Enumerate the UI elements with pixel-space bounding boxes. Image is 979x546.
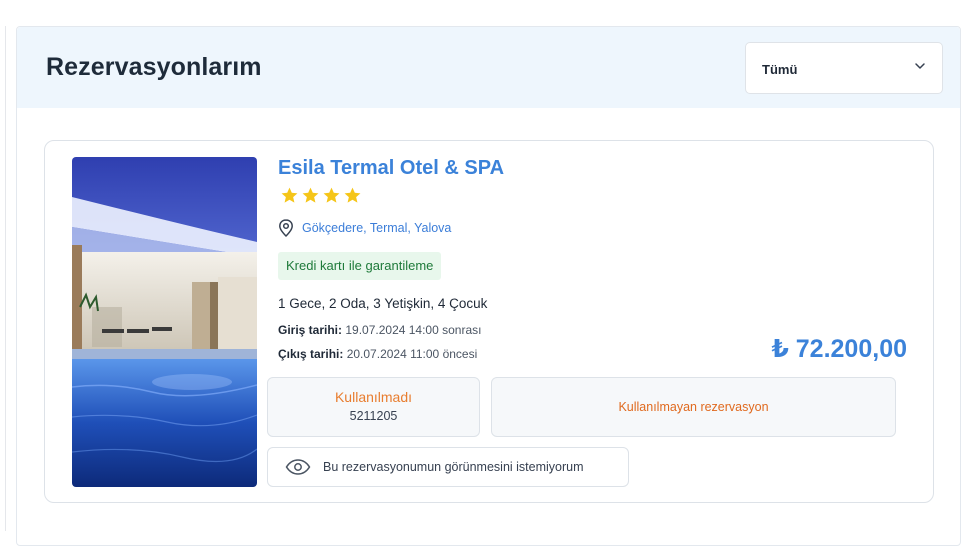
- location-text: Gökçedere, Termal, Yalova: [302, 221, 452, 235]
- hotel-name-link[interactable]: Esila Termal Otel & SPA: [278, 157, 504, 180]
- star-icon: [302, 187, 319, 203]
- checkout-label: Çıkış tarihi:: [278, 347, 344, 361]
- reservation-card: Esila Termal Otel & SPA Gökçedere, Terma…: [44, 140, 934, 503]
- star-icon: [344, 187, 361, 203]
- checkin-info: Giriş tarihi: 19.07.2024 14:00 sonrası: [278, 323, 481, 337]
- guarantee-badge: Kredi kartı ile garantileme: [278, 252, 442, 280]
- checkin-label: Giriş tarihi:: [278, 323, 343, 337]
- occupancy-summary: 1 Gece, 2 Oda, 3 Yetişkin, 4 Çocuk: [278, 296, 488, 311]
- page-title: Rezervasyonlarım: [46, 53, 262, 81]
- hotel-photo[interactable]: [72, 157, 257, 487]
- reservation-status-box: Kullanılmadı 5211205: [267, 377, 480, 437]
- filter-selected-value: Tümü: [762, 62, 798, 77]
- status-label: Kullanılmadı: [334, 389, 413, 405]
- map-pin-icon: [279, 219, 293, 237]
- hotel-location: Gökçedere, Termal, Yalova: [278, 219, 451, 237]
- status-info-box: Kullanılmayan rezervasyon: [491, 377, 896, 437]
- eye-icon: [285, 459, 311, 475]
- panel-header: Rezervasyonlarım Tümü: [17, 27, 960, 108]
- star-rating: [280, 186, 362, 205]
- checkin-value: 19.07.2024 14:00 sonrası: [345, 323, 482, 337]
- star-icon: [323, 187, 340, 203]
- sidebar-edge: [0, 26, 6, 531]
- reservation-number: 5211205: [349, 409, 398, 423]
- filter-select[interactable]: Tümü: [745, 42, 943, 94]
- total-price: ₺ 72.200,00: [771, 335, 907, 363]
- checkout-value: 20.07.2024 11:00 öncesi: [346, 347, 478, 361]
- hide-reservation-label: Bu rezervasyonumun görünmesini istemiyor…: [323, 460, 584, 474]
- chevron-down-icon: [915, 63, 925, 69]
- star-icon: [281, 187, 298, 203]
- hide-reservation-button[interactable]: Bu rezervasyonumun görünmesini istemiyor…: [267, 447, 629, 487]
- checkout-info: Çıkış tarihi: 20.07.2024 11:00 öncesi: [278, 347, 477, 361]
- reservations-panel: Rezervasyonlarım Tümü Esila Termal Otel …: [16, 26, 961, 546]
